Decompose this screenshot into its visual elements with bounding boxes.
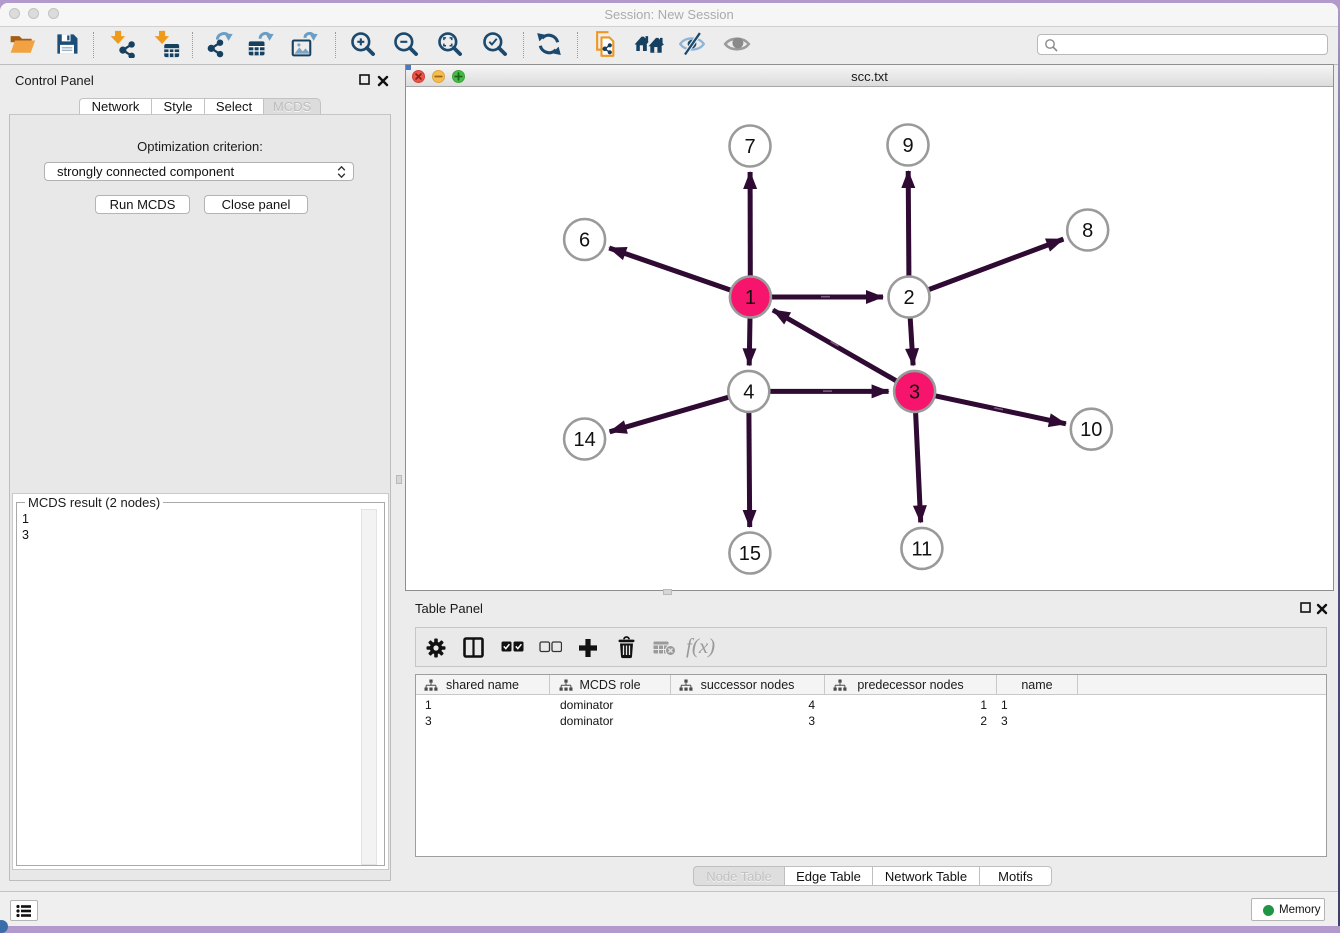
svg-text:8: 8	[1082, 220, 1093, 242]
svg-text:2: 2	[903, 287, 914, 309]
svg-text:7: 7	[744, 136, 755, 158]
svg-text:6: 6	[579, 230, 590, 252]
svg-text:11: 11	[912, 538, 933, 560]
svg-text:4: 4	[743, 381, 754, 403]
svg-text:1: 1	[745, 287, 756, 309]
svg-text:3: 3	[909, 381, 920, 403]
svg-text:9: 9	[902, 135, 913, 157]
svg-text:14: 14	[573, 429, 595, 451]
svg-text:15: 15	[739, 543, 761, 565]
svg-text:10: 10	[1080, 419, 1102, 441]
